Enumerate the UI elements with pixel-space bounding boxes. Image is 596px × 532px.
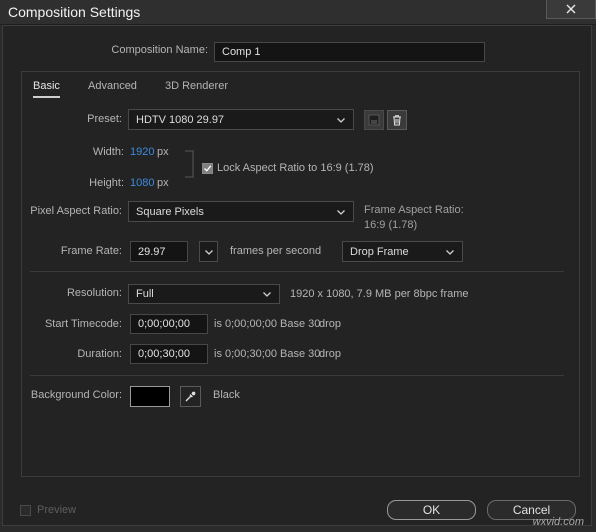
trash-icon: [393, 115, 401, 126]
chevron-down-icon: [263, 292, 271, 297]
save-preset-button[interactable]: [364, 110, 384, 130]
link-bracket: [185, 150, 194, 178]
width-unit: px: [157, 146, 169, 158]
eyedropper-button[interactable]: [180, 386, 201, 407]
window-title: Composition Settings: [8, 4, 141, 20]
chevron-down-icon: [337, 117, 345, 123]
section-divider: [30, 271, 564, 272]
ok-button[interactable]: OK: [387, 500, 476, 520]
start-timecode-info: is 0;00;00;00: [214, 318, 277, 330]
tab-advanced[interactable]: Advanced: [88, 80, 137, 92]
close-icon: [566, 4, 576, 14]
background-color-swatch[interactable]: [130, 386, 170, 407]
pixel-aspect-label: Pixel Aspect Ratio:: [30, 205, 122, 217]
duration-base: Base 30: [280, 348, 321, 360]
duration-input[interactable]: 0;00;30;00: [130, 344, 208, 364]
width-label: Width:: [92, 146, 124, 158]
background-color-label: Background Color:: [30, 389, 122, 401]
close-button[interactable]: [546, 0, 596, 19]
width-value[interactable]: 1920: [130, 146, 154, 158]
eyedropper-icon: [185, 391, 196, 402]
settings-panel: [21, 71, 580, 477]
comp-name-label: Composition Name:: [111, 44, 208, 56]
duration-label: Duration:: [77, 348, 122, 360]
start-timecode-label: Start Timecode:: [44, 318, 122, 330]
start-timecode-base: Base 30: [280, 318, 321, 330]
tab-active-indicator: [33, 96, 60, 98]
frame-aspect-title: Frame Aspect Ratio:: [364, 204, 464, 216]
frame-aspect-value: 16:9 (1.78): [364, 219, 418, 231]
pixel-aspect-dropdown[interactable]: Square Pixels: [128, 201, 354, 222]
background-color-name: Black: [213, 389, 240, 401]
start-timecode-input[interactable]: 0;00;00;00: [130, 314, 208, 334]
save-preset-icon: [368, 114, 380, 126]
pixel-aspect-value: Square Pixels: [136, 205, 204, 218]
title-bar: Composition Settings: [0, 0, 596, 25]
preview-checkbox[interactable]: [20, 505, 31, 516]
chevron-down-icon: [204, 249, 213, 255]
duration-drop: drop: [319, 348, 342, 360]
height-label: Height:: [89, 177, 124, 189]
resolution-value: Full: [136, 288, 154, 300]
frame-rate-label: Frame Rate:: [60, 245, 122, 257]
height-value[interactable]: 1080: [130, 177, 154, 189]
height-unit: px: [157, 177, 169, 189]
section-divider: [30, 375, 564, 376]
tab-3d-renderer[interactable]: 3D Renderer: [165, 80, 228, 92]
preset-value: HDTV 1080 29.97: [136, 113, 225, 126]
watermark: wxvid.com: [532, 516, 584, 528]
chevron-down-icon: [337, 209, 345, 215]
delete-preset-button[interactable]: [387, 110, 407, 130]
tab-basic[interactable]: Basic: [33, 80, 60, 92]
resolution-info: 1920 x 1080, 7.9 MB per 8bpc frame: [290, 288, 469, 300]
drop-frame-value: Drop Frame: [350, 245, 409, 258]
duration-info: is 0;00;30;00: [214, 348, 277, 360]
drop-frame-dropdown[interactable]: Drop Frame: [342, 241, 463, 262]
comp-name-input[interactable]: Comp 1: [214, 42, 485, 62]
frame-rate-presets-dropdown[interactable]: [199, 241, 218, 262]
lock-aspect-label: Lock Aspect Ratio to 16:9 (1.78): [217, 162, 374, 174]
frame-rate-input[interactable]: 29.97: [130, 241, 188, 262]
preset-label: Preset:: [87, 113, 122, 125]
checkmark-icon: [204, 165, 212, 172]
start-timecode-drop: drop: [319, 318, 342, 330]
chevron-down-icon: [446, 249, 454, 255]
resolution-label: Resolution:: [66, 287, 122, 299]
lock-aspect-checkbox[interactable]: [202, 163, 213, 174]
frame-rate-unit: frames per second: [230, 245, 322, 257]
resolution-dropdown[interactable]: Full: [128, 284, 280, 304]
preview-label: Preview: [37, 504, 77, 516]
preset-dropdown[interactable]: HDTV 1080 29.97: [128, 109, 354, 130]
